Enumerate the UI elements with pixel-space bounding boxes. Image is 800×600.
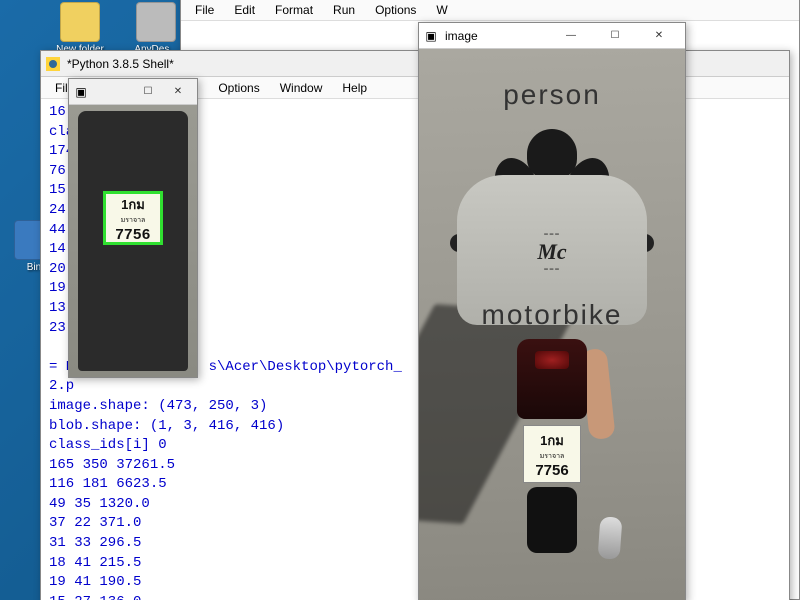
- rear-wheel: [527, 487, 577, 553]
- window-controls: ☐ ✕: [133, 79, 193, 105]
- menu-help[interactable]: Help: [332, 79, 377, 97]
- maximize-button[interactable]: ☐: [593, 23, 637, 49]
- tail-light-housing: [517, 339, 587, 419]
- jacket-logo: === Mc ===: [512, 230, 592, 270]
- desktop-icon-anydesk[interactable]: AnyDes...: [126, 2, 186, 55]
- output-line: 19: [49, 280, 66, 296]
- output-line: blob.shape: (1, 3, 416, 416): [49, 418, 284, 434]
- close-button[interactable]: ✕: [163, 79, 193, 105]
- image-app-icon: ▣: [73, 84, 89, 100]
- menu-file[interactable]: File: [185, 1, 224, 19]
- window-controls: — ☐ ✕: [549, 23, 681, 49]
- detection-label-motorbike: motorbike: [482, 299, 623, 331]
- desktop-icon-new-folder[interactable]: New folder: [50, 2, 110, 55]
- exhaust-pipe: [598, 516, 623, 559]
- menubar: File Edit Format Run Options W: [181, 0, 799, 21]
- output-line: 165 350 37261.5: [49, 457, 175, 473]
- motorbike-rear: 1กม มราจาล 7756: [497, 339, 607, 579]
- image-canvas: person === Mc === motorbike 1กม: [419, 49, 685, 600]
- titlebar[interactable]: ▣ image — ☐ ✕: [419, 23, 685, 49]
- output-line: 49 35 1320.0: [49, 496, 150, 512]
- output-line: 15 27 136.0: [49, 594, 141, 600]
- minimize-button[interactable]: —: [549, 23, 593, 49]
- titlebar[interactable]: ▣ ☐ ✕: [69, 79, 197, 105]
- small-image-window: ▣ ☐ ✕ 1กม มราจาล 7756: [68, 78, 198, 378]
- output-line: 13: [49, 300, 66, 316]
- license-plate-detected: 1กม มราจาล 7756: [103, 191, 163, 245]
- maximize-button[interactable]: ☐: [133, 79, 163, 105]
- anydesk-icon: [136, 2, 176, 42]
- close-button[interactable]: ✕: [637, 23, 681, 49]
- output-line: 23: [49, 320, 66, 336]
- python-shell-icon: [45, 56, 61, 72]
- output-line: 18 41 215.5: [49, 555, 141, 571]
- menu-edit[interactable]: Edit: [224, 1, 265, 19]
- output-line: 14: [49, 241, 66, 257]
- output-line: 24: [49, 202, 66, 218]
- menu-window[interactable]: W: [426, 1, 457, 19]
- output-line: 37 22 371.0: [49, 515, 141, 531]
- output-line: 16: [49, 104, 66, 120]
- logo-line: ===: [512, 265, 592, 274]
- detection-label-person: person: [503, 79, 601, 111]
- motorbike-rear-thumbnail: 1กม มราจาล 7756: [78, 111, 188, 371]
- output-line: image.shape: (473, 250, 3): [49, 398, 267, 414]
- output-line: class_ids[i] 0: [49, 437, 167, 453]
- tail-light-icon: [535, 351, 569, 369]
- plate-line1: 1กม: [524, 430, 580, 451]
- output-line: 116 181 6623.5: [49, 476, 167, 492]
- output-line: 44: [49, 222, 66, 238]
- menu-format[interactable]: Format: [265, 1, 323, 19]
- output-line: 20: [49, 261, 66, 277]
- output-line: 2.p: [49, 378, 74, 394]
- plate-line2: มราจาล: [106, 215, 160, 226]
- output-line: 15: [49, 182, 66, 198]
- menu-options[interactable]: Options: [208, 79, 269, 97]
- head: [527, 129, 577, 179]
- output-line: 76: [49, 163, 66, 179]
- window-title: image: [445, 29, 549, 43]
- image-canvas: 1กม มราจาล 7756: [69, 105, 197, 377]
- license-plate: 1กม มราจาล 7756: [523, 425, 581, 483]
- logo-text: Mc: [512, 239, 592, 265]
- logo-line: ===: [512, 230, 592, 239]
- menu-run[interactable]: Run: [323, 1, 365, 19]
- image-app-icon: ▣: [423, 28, 439, 44]
- plate-line3: 7756: [524, 462, 580, 479]
- output-line: 31 33 296.5: [49, 535, 141, 551]
- folder-icon: [60, 2, 100, 42]
- plate-line2: มราจาล: [524, 451, 580, 462]
- menu-window[interactable]: Window: [270, 79, 333, 97]
- image-window: ▣ image — ☐ ✕ person === Mc === motorbik…: [418, 22, 686, 600]
- plate-line1: 1กม: [106, 194, 160, 215]
- output-line: 19 41 190.5: [49, 574, 141, 590]
- plate-line3: 7756: [106, 226, 160, 243]
- menu-options[interactable]: Options: [365, 1, 426, 19]
